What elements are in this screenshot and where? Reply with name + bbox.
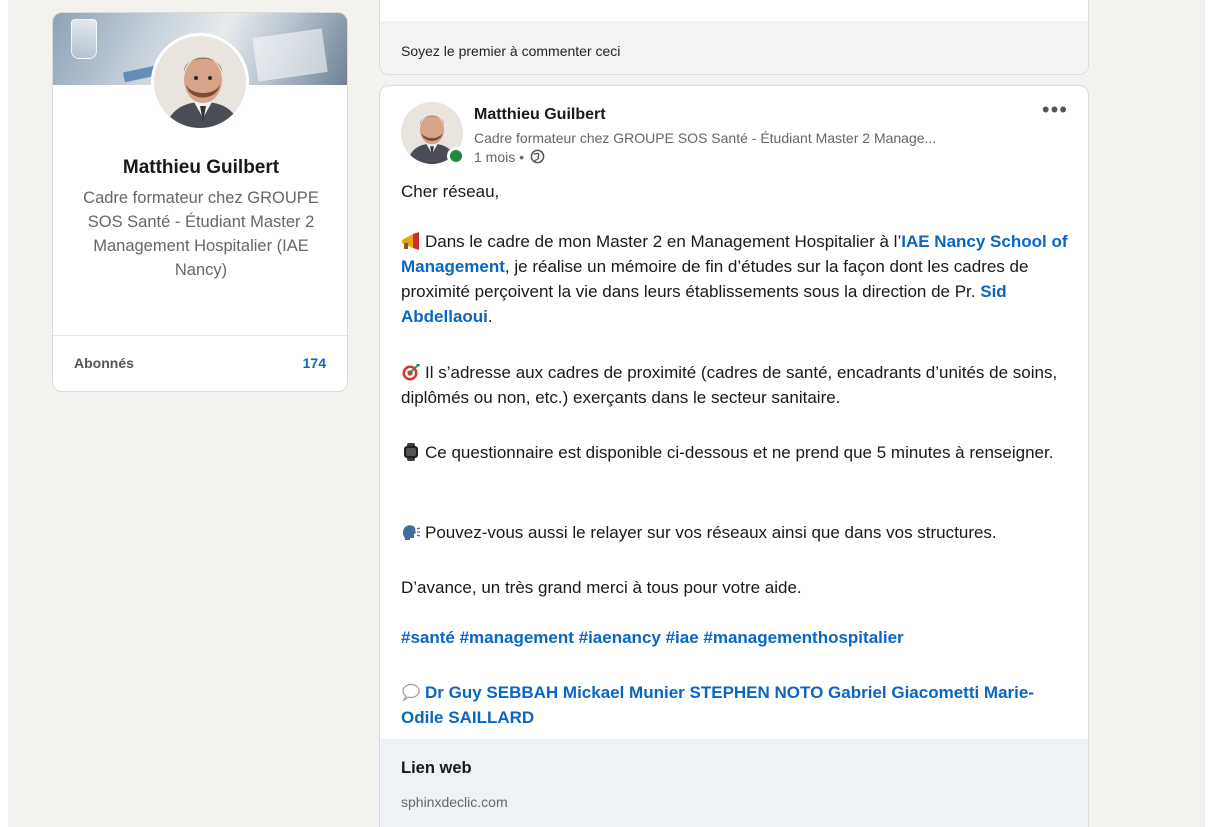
- comment-prompt-text[interactable]: Soyez le premier à commenter ceci: [401, 43, 620, 59]
- post-paragraph-1: Dans le cadre de mon Master 2 en Managem…: [401, 229, 1071, 329]
- cover-paper-decoration: [252, 28, 328, 82]
- web-link-preview[interactable]: Lien web sphinxdeclic.com: [380, 739, 1088, 827]
- post-paragraph-4: Pouvez-vous aussi le relayer sur vos rés…: [401, 520, 1071, 545]
- profile-headline: Cadre formateur chez GROUPE SOS Santé - …: [83, 189, 319, 279]
- mentions: Dr Guy SEBBAH Mickael Munier STEPHEN NOT…: [401, 680, 1071, 730]
- target-icon: [402, 364, 420, 381]
- web-link-url[interactable]: sphinxdeclic.com: [401, 794, 508, 810]
- speaking-head-icon: [403, 525, 421, 540]
- watch-icon: [404, 443, 418, 461]
- post-greeting: Cher réseau,: [401, 182, 500, 201]
- page-edge-right: [1205, 0, 1213, 827]
- previous-post-card: Soyez le premier à commenter ceci: [379, 0, 1089, 75]
- author-name[interactable]: Matthieu Guilbert: [474, 106, 606, 124]
- cover-glass-decoration: [71, 19, 97, 59]
- profile-divider: [53, 335, 347, 336]
- page-edge-left: [0, 0, 8, 827]
- globe-icon: [530, 149, 545, 164]
- post-paragraph-5: D’avance, un très grand merci à tous pou…: [401, 578, 802, 597]
- mentions-list[interactable]: Dr Guy SEBBAH Mickael Munier STEPHEN NOT…: [401, 683, 1034, 727]
- profile-photo-icon: [154, 36, 246, 128]
- post-time: 1 mois •: [474, 149, 525, 165]
- profile-avatar[interactable]: [151, 33, 249, 131]
- speech-bubble-icon: [402, 683, 420, 701]
- paragraph-1-suffix: .: [487, 307, 493, 326]
- author-headline: Cadre formateur chez GROUPE SOS Santé - …: [474, 130, 937, 146]
- more-options-icon[interactable]: •••: [1042, 99, 1068, 121]
- web-link-title[interactable]: Lien web: [401, 759, 472, 778]
- post-meta: 1 mois •: [474, 149, 545, 165]
- post-paragraph-3: Ce questionnaire est disponible ci-desso…: [401, 440, 1071, 465]
- followers-count[interactable]: 174: [303, 355, 326, 371]
- megaphone-icon: [402, 232, 419, 250]
- profile-card: Matthieu Guilbert Cadre formateur chez G…: [52, 12, 348, 392]
- followers-label[interactable]: Abonnés: [74, 355, 134, 371]
- paragraph-4-text: Pouvez-vous aussi le relayer sur vos rés…: [425, 523, 997, 542]
- post-paragraph-2: Il s’adresse aux cadres de proximité (ca…: [401, 360, 1071, 410]
- profile-name[interactable]: Matthieu Guilbert: [53, 157, 347, 179]
- paragraph-3-text: Ce questionnaire est disponible ci-desso…: [425, 443, 1054, 462]
- online-status-dot: [447, 147, 465, 165]
- paragraph-1-prefix: Dans le cadre de mon Master 2 en Managem…: [425, 232, 902, 251]
- hashtags[interactable]: #santé #management #iaenancy #iae #manag…: [401, 625, 1071, 650]
- feed-post: Matthieu Guilbert Cadre formateur chez G…: [379, 85, 1089, 827]
- paragraph-2-text: Il s’adresse aux cadres de proximité (ca…: [401, 363, 1058, 407]
